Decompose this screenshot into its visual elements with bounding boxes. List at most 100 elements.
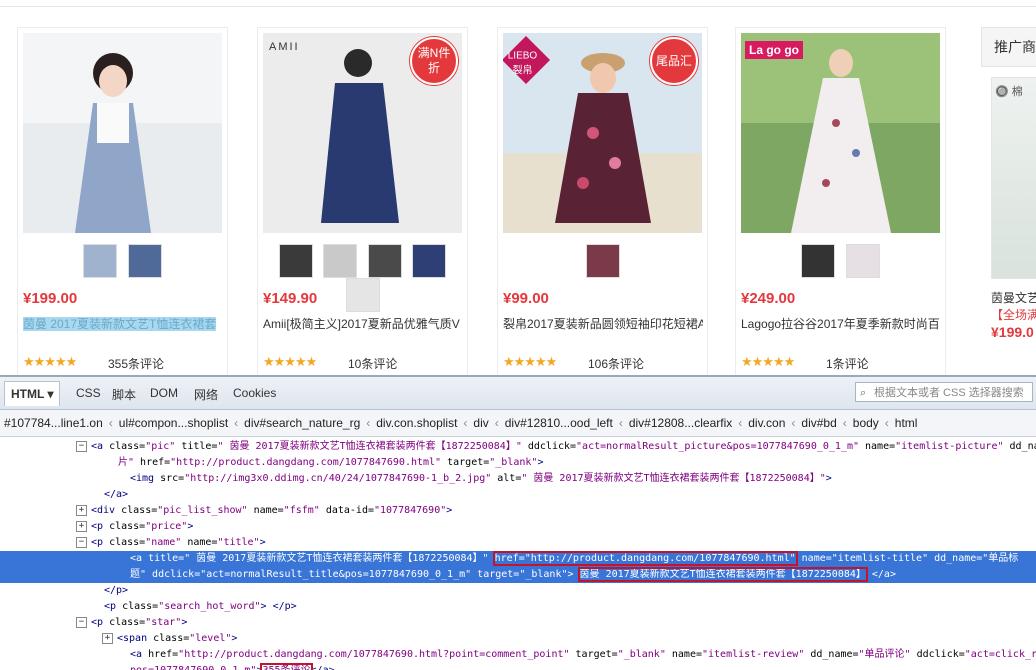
product-image[interactable] <box>23 33 222 233</box>
thumbnail[interactable] <box>279 244 313 278</box>
breadcrumb-item[interactable]: div#bd <box>797 410 840 436</box>
html-line[interactable]: 片" href="http://product.dangdang.com/107… <box>0 455 1036 471</box>
tab-script[interactable]: 脚本 <box>112 386 136 403</box>
review-count-link[interactable]: 355条评论 <box>108 355 164 372</box>
devtools-panel: HTML ▾ CSS 脚本 DOM 网络 Cookies ⌕ 根据文本或者 CS… <box>0 375 1036 670</box>
thumbnail[interactable] <box>368 244 402 278</box>
tab-dom[interactable]: DOM <box>150 386 178 400</box>
promoted-title: 推广商 <box>981 27 1036 67</box>
breadcrumb-separator: ‹ <box>493 410 501 436</box>
code-token: > <box>181 617 187 628</box>
code-token: dd_na <box>1004 441 1036 452</box>
code-token: dd_name= <box>928 553 982 564</box>
html-line[interactable]: </a> <box>0 487 1036 503</box>
thumbnail[interactable] <box>323 244 357 278</box>
review-count-link[interactable]: 106条评论 <box>588 355 644 372</box>
html-line[interactable]: +<p class="price"> <box>0 519 1036 535</box>
breadcrumb-item[interactable]: div#12808...clearfix <box>625 410 736 436</box>
product-card[interactable]: LIEBO 裂帛 尾品汇 ¥99.00 裂帛2017夏装新品圆领短袖印花短裙A … <box>497 27 708 375</box>
code-token: > <box>260 537 266 548</box>
code-token: name= <box>248 505 284 516</box>
breadcrumb-item[interactable]: body <box>849 410 883 436</box>
expand-toggle[interactable]: + <box>102 633 113 644</box>
thumbnail[interactable] <box>83 244 117 278</box>
html-line[interactable]: +<span class="level"> <box>0 631 1036 647</box>
html-line-selected[interactable]: 题" ddclick="act=normalResult_title&pos=1… <box>0 567 1036 583</box>
breadcrumb-separator: ‹ <box>789 410 797 436</box>
collapse-toggle[interactable]: − <box>76 537 87 548</box>
html-line[interactable]: </p> <box>0 583 1036 599</box>
tab-css[interactable]: CSS <box>76 386 101 400</box>
devtools-search-input[interactable]: ⌕ 根据文本或者 CSS 选择器搜索 <box>855 382 1033 402</box>
code-token: "http://img3x0.ddimg.cn/40/24/1077847690… <box>184 473 491 484</box>
thumbnail[interactable] <box>801 244 835 278</box>
code-token: "search_hot_word" <box>158 601 260 612</box>
html-line[interactable]: −<p class="name" name="title"> <box>0 535 1036 551</box>
code-token: 片" <box>118 457 134 468</box>
code-token: > <box>826 473 832 484</box>
html-line[interactable]: <img src="http://img3x0.ddimg.cn/40/24/1… <box>0 471 1036 487</box>
promoted-logo: 🔘 棉 <box>995 83 1023 99</box>
thumbnail[interactable] <box>128 244 162 278</box>
html-line[interactable]: −<a class="pic" title=" 茵曼 2017夏装新款文艺T恤连… <box>0 439 1036 455</box>
breadcrumb-item[interactable]: div#search_nature_rg <box>240 410 364 436</box>
tab-html[interactable]: HTML ▾ <box>4 381 60 406</box>
product-image[interactable]: LIEBO 裂帛 尾品汇 <box>503 33 702 233</box>
product-image[interactable]: La go go <box>741 33 940 233</box>
code-token: "itemlist-picture" <box>895 441 1003 452</box>
tab-cookies[interactable]: Cookies <box>233 386 276 400</box>
promoted-item-price: ¥199.0 <box>991 324 1034 340</box>
breadcrumb-item[interactable]: div <box>469 410 492 436</box>
code-token: "star" <box>145 617 181 628</box>
product-card[interactable]: La go go ¥249.00 Lagogo拉谷谷2017年夏季新款时尚百 ★… <box>735 27 946 375</box>
html-line[interactable]: +<div class="pic_list_show" name="fsfm" … <box>0 503 1036 519</box>
product-image[interactable]: AMII 满N件 折 <box>263 33 462 233</box>
thumbnail[interactable] <box>412 244 446 278</box>
code-token: "http://product.dangdang.com/1077847690.… <box>178 649 569 660</box>
thumbnail[interactable] <box>586 244 620 278</box>
review-count-link[interactable]: 10条评论 <box>348 355 397 372</box>
breadcrumb-item[interactable]: div.con.shoplist <box>372 410 461 436</box>
product-title[interactable]: 裂帛2017夏装新品圆领短袖印花短裙A <box>503 315 703 332</box>
promoted-image[interactable] <box>991 77 1036 279</box>
html-line[interactable]: pos=1077847690_0_1_m">355条评论</a> <box>0 663 1036 670</box>
breadcrumb-item[interactable]: div#12810...ood_left <box>501 410 617 436</box>
promoted-item-promo[interactable]: 【全场满 <box>991 306 1036 323</box>
star-rating: ★★★★★ <box>23 354 76 370</box>
html-line[interactable]: <a href="http://product.dangdang.com/107… <box>0 647 1036 663</box>
breadcrumb-item[interactable]: html <box>891 410 922 436</box>
product-card[interactable]: AMII 满N件 折 ¥149.90 Amii[极简主义]2017夏新品优雅气质… <box>257 27 468 375</box>
product-title[interactable]: Lagogo拉谷谷2017年夏季新款时尚百 <box>741 315 941 332</box>
code-token: </p> <box>104 585 128 596</box>
collapse-toggle[interactable]: − <box>76 441 87 452</box>
promoted-item-title[interactable]: 茵曼文艺 <box>991 289 1036 306</box>
code-token: " 茵曼 2017夏装新款文艺T恤连衣裙套装两件套【1872250084】" <box>217 441 521 452</box>
code-token: "pic" <box>145 441 175 452</box>
thumbnail[interactable] <box>346 278 380 312</box>
product-title[interactable]: Amii[极简主义]2017夏新品优雅气质V <box>263 315 463 332</box>
code-token: <p <box>91 617 109 628</box>
collapse-toggle[interactable]: − <box>76 617 87 628</box>
breadcrumb-separator: ‹ <box>883 410 891 436</box>
tab-network[interactable]: 网络 <box>194 386 218 403</box>
expand-toggle[interactable]: + <box>76 521 87 532</box>
code-token: class= <box>121 505 157 516</box>
code-token: target= <box>471 569 519 580</box>
product-title[interactable]: 茵曼 2017夏装新款文艺T恤连衣裙套 <box>23 315 223 332</box>
thumbnail[interactable] <box>846 244 880 278</box>
code-token: <img <box>130 473 160 484</box>
review-count-link[interactable]: 1条评论 <box>826 355 869 372</box>
breadcrumb-item[interactable]: #107784...line1.on <box>0 410 107 436</box>
html-line[interactable]: <p class="search_hot_word"> </p> <box>0 599 1036 615</box>
breadcrumb-item[interactable]: div.con <box>744 410 789 436</box>
html-line-selected[interactable]: <a title=" 茵曼 2017夏装新款文艺T恤连衣裙套装两件套【18722… <box>0 551 1036 567</box>
star-rating: ★★★★★ <box>503 354 556 370</box>
breadcrumb-item[interactable]: ul#compon...shoplist <box>115 410 232 436</box>
html-tree[interactable]: −<a class="pic" title=" 茵曼 2017夏装新款文艺T恤连… <box>0 437 1036 670</box>
product-title-text[interactable]: 茵曼 2017夏装新款文艺T恤连衣裙套 <box>23 317 216 331</box>
expand-toggle[interactable]: + <box>76 505 87 516</box>
product-card[interactable]: ¥199.00 茵曼 2017夏装新款文艺T恤连衣裙套 ★★★★★ 355条评论 <box>17 27 228 375</box>
thumbnail-row <box>258 244 467 280</box>
html-line[interactable]: −<p class="star"> <box>0 615 1036 631</box>
code-token: <a <box>91 441 109 452</box>
